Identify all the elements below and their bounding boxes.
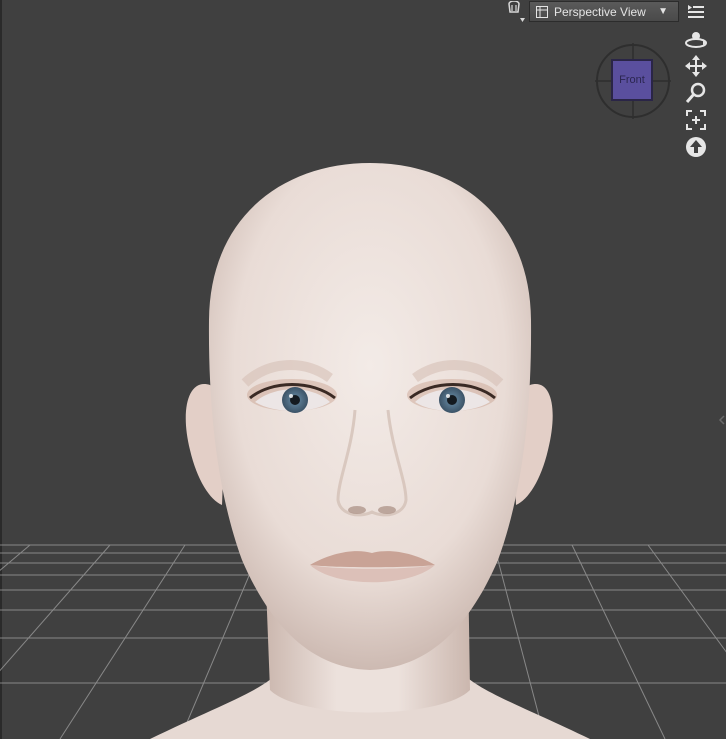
pan-icon[interactable] [683, 53, 709, 79]
view-selector[interactable]: Perspective View ▼ [529, 1, 679, 22]
panel-collapse-handle[interactable] [718, 400, 726, 440]
reset-view-icon[interactable] [683, 134, 709, 160]
3d-viewport[interactable]: Perspective View ▼ Front [0, 0, 726, 739]
zoom-icon[interactable] [683, 80, 709, 106]
view-cube-face[interactable]: Front [611, 59, 653, 101]
view-selector-label: Perspective View [554, 4, 646, 19]
frame-icon[interactable] [683, 107, 709, 133]
view-cube[interactable]: Front [595, 43, 671, 119]
chevron-down-icon: ▼ [658, 6, 668, 17]
hamburger-menu-icon[interactable] [685, 2, 707, 22]
view-cube-face-label: Front [619, 74, 645, 86]
lamp-icon[interactable] [500, 0, 528, 24]
viewport-layout-icon [536, 5, 548, 18]
orbit-icon[interactable] [683, 26, 709, 52]
